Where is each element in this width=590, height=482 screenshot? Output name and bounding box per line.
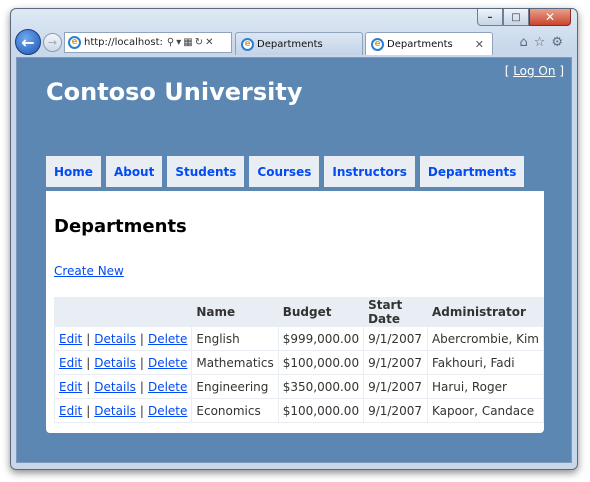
- cell-budget: $999,000.00: [277, 326, 365, 351]
- tab-label: Departments: [387, 38, 453, 50]
- menu-item-instructors[interactable]: Instructors: [324, 156, 415, 187]
- cell-administrator: Harui, Roger: [426, 374, 545, 399]
- browser-window: – □ ✕ ← → e http://localhost: ⚲▾▦↻✕ e De…: [10, 8, 578, 470]
- close-tab-icon[interactable]: ✕: [475, 38, 484, 51]
- page-viewport: [ Log On ] Contoso University Home About…: [16, 57, 572, 463]
- cell-administrator: Fakhouri, Fadi: [426, 350, 545, 375]
- delete-link[interactable]: Delete: [148, 380, 187, 394]
- back-arrow-icon[interactable]: ←: [15, 29, 41, 55]
- edit-link[interactable]: Edit: [59, 332, 82, 346]
- address-bar-icons[interactable]: ⚲▾▦↻✕: [167, 37, 216, 48]
- ie-logo-icon: e: [68, 36, 81, 49]
- cell-name: English: [191, 326, 279, 351]
- browser-tab-0[interactable]: e Departments: [235, 32, 363, 55]
- edit-link[interactable]: Edit: [59, 404, 82, 418]
- cell-administrator: Kapoor, Candace: [426, 398, 545, 423]
- delete-link[interactable]: Delete: [148, 404, 187, 418]
- details-link[interactable]: Details: [94, 332, 136, 346]
- tab-label: Departments: [257, 38, 323, 50]
- delete-link[interactable]: Delete: [148, 332, 187, 346]
- column-header-name: Name: [191, 297, 279, 327]
- column-header-budget: Budget: [277, 297, 365, 327]
- cell-start-date: 9/1/2007: [363, 350, 428, 375]
- close-button[interactable]: ✕: [529, 9, 571, 26]
- cell-start-date: 9/1/2007: [363, 326, 428, 351]
- forward-arrow-icon[interactable]: →: [43, 33, 62, 52]
- cell-start-date: 9/1/2007: [363, 374, 428, 399]
- separator: |: [86, 379, 91, 394]
- create-new-link[interactable]: Create New: [54, 264, 124, 278]
- menu-item-students[interactable]: Students: [167, 156, 245, 187]
- details-link[interactable]: Details: [94, 404, 136, 418]
- page-title: Departments: [54, 216, 187, 237]
- table-row: Edit | Details | Delete Mathematics $100,000…: [53, 350, 545, 375]
- menu-item-about[interactable]: About: [105, 156, 163, 187]
- row-actions: Edit | Details | Delete: [53, 398, 193, 423]
- cell-budget: $100,000.00: [277, 398, 365, 423]
- column-header-administrator: Administrator: [426, 297, 545, 327]
- log-on-link[interactable]: Log On: [513, 64, 555, 78]
- table-row: Edit | Details | Delete Economics $100,000.0…: [53, 398, 545, 423]
- row-actions: Edit | Details | Delete: [53, 374, 193, 399]
- separator: |: [86, 403, 91, 418]
- separator: |: [86, 331, 91, 346]
- site-title: Contoso University: [46, 78, 303, 106]
- address-bar[interactable]: e http://localhost: ⚲▾▦↻✕: [64, 32, 232, 53]
- column-header-start-date: Start Date: [363, 297, 428, 327]
- row-actions: Edit | Details | Delete: [53, 350, 193, 375]
- minimize-button[interactable]: –: [477, 9, 503, 26]
- details-link[interactable]: Details: [94, 356, 136, 370]
- menu-item-departments[interactable]: Departments: [419, 156, 525, 187]
- cell-name: Engineering: [191, 374, 279, 399]
- row-actions: Edit | Details | Delete: [53, 326, 193, 351]
- separator: |: [86, 355, 91, 370]
- column-header-actions: [53, 297, 193, 327]
- caption-buttons: – □ ✕: [477, 9, 571, 26]
- cell-budget: $350,000.00: [277, 374, 365, 399]
- edit-link[interactable]: Edit: [59, 380, 82, 394]
- separator: |: [139, 331, 144, 346]
- home-favorites-settings-icons[interactable]: ⌂☆⚙: [519, 35, 569, 50]
- menu-item-home[interactable]: Home: [46, 156, 101, 187]
- login-display: [ Log On ]: [505, 64, 564, 78]
- separator: |: [139, 355, 144, 370]
- cell-name: Mathematics: [191, 350, 279, 375]
- table-row: Edit | Details | Delete Engineering $350,000…: [53, 374, 545, 399]
- cell-name: Economics: [191, 398, 279, 423]
- table-header-row: Name Budget Start Date Administrator: [53, 297, 545, 327]
- edit-link[interactable]: Edit: [59, 356, 82, 370]
- ie-logo-icon: e: [241, 37, 254, 51]
- cell-administrator: Abercrombie, Kim: [426, 326, 545, 351]
- browser-toolbar: ← → e http://localhost: ⚲▾▦↻✕ e Departme…: [11, 27, 577, 57]
- menu-item-courses[interactable]: Courses: [249, 156, 320, 187]
- login-bracket-open: [: [504, 64, 514, 78]
- table-row: Edit | Details | Delete English $999,000.00 …: [53, 326, 545, 351]
- login-bracket-close: ]: [555, 64, 564, 78]
- details-link[interactable]: Details: [94, 380, 136, 394]
- browser-tab-1[interactable]: e Departments ✕: [365, 32, 493, 55]
- address-text: http://localhost:: [84, 37, 163, 48]
- cell-budget: $100,000.00: [277, 350, 365, 375]
- main-menu: Home About Students Courses Instructors …: [46, 156, 529, 187]
- delete-link[interactable]: Delete: [148, 356, 187, 370]
- main-content: Departments Create New Name Budget Start…: [46, 191, 545, 433]
- ie-logo-icon: e: [371, 37, 384, 51]
- separator: |: [139, 403, 144, 418]
- maximize-button[interactable]: □: [503, 9, 529, 26]
- separator: |: [139, 379, 144, 394]
- cell-start-date: 9/1/2007: [363, 398, 428, 423]
- departments-table: Name Budget Start Date Administrator Edi…: [53, 297, 545, 423]
